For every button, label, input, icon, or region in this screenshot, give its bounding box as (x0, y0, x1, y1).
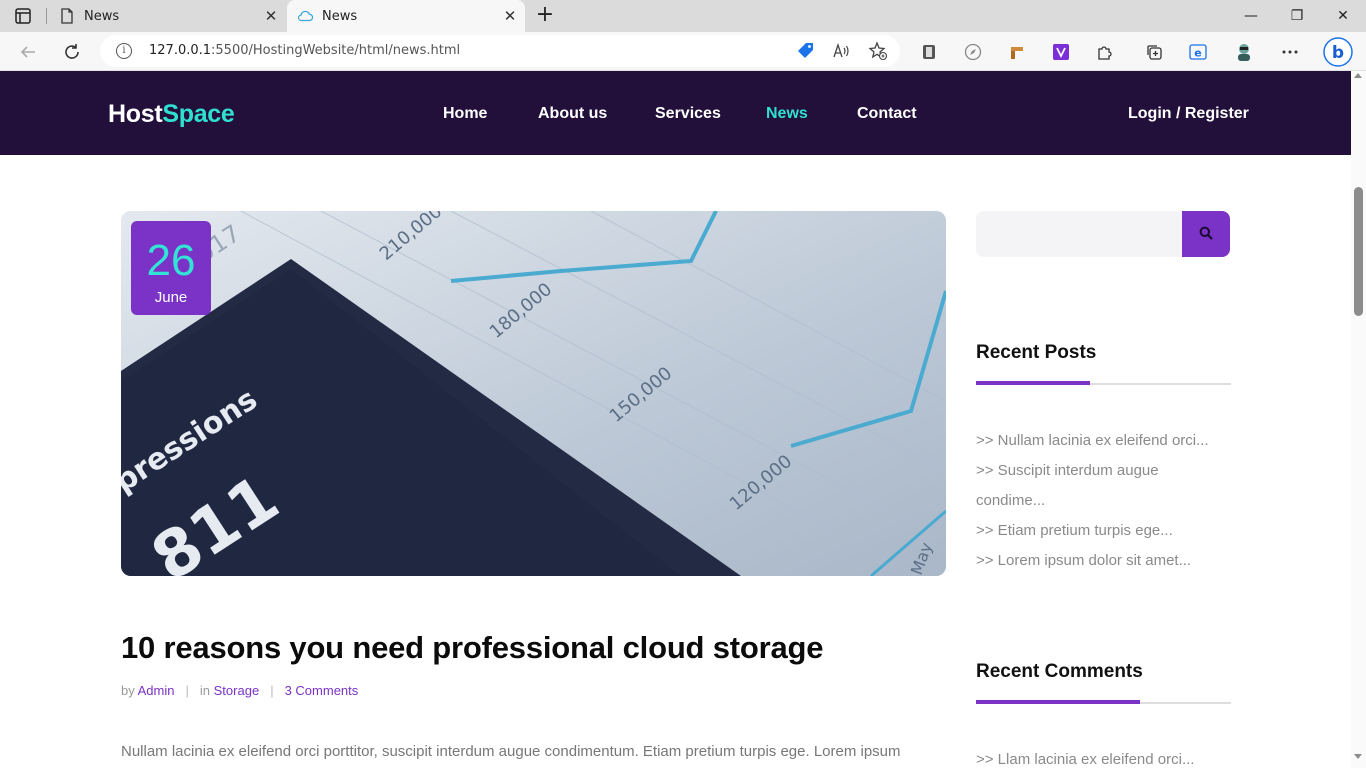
site-info-icon[interactable]: i (116, 43, 132, 59)
close-tab-icon[interactable]: ✕ (503, 9, 517, 24)
minimize-icon[interactable]: — (1228, 0, 1274, 32)
close-tab-icon[interactable]: ✕ (264, 9, 278, 24)
url-host: 127.0.0.1 (149, 43, 212, 58)
search-icon (1199, 225, 1213, 244)
extensions-puzzle-icon[interactable] (1094, 41, 1116, 63)
page-icon (59, 8, 75, 24)
nav-about[interactable]: About us (538, 105, 607, 123)
author-link[interactable]: Admin (138, 683, 175, 698)
ie-mode-icon[interactable]: e (1187, 41, 1209, 63)
login-register-link[interactable]: Login / Register (1128, 105, 1249, 123)
compass-icon[interactable] (962, 41, 984, 63)
widget-accent-bar (976, 381, 1090, 385)
site-logo[interactable]: HostSpace (108, 100, 235, 129)
sidebar-search-input[interactable] (976, 211, 1182, 257)
meta-in-label: in (199, 683, 211, 698)
recent-posts-title: Recent Posts (976, 342, 1097, 363)
category-link[interactable]: Storage (214, 683, 260, 698)
address-bar[interactable]: i 127.0.0.1:5500/HostingWebsite/html/new… (100, 35, 900, 67)
close-window-icon[interactable]: ✕ (1320, 0, 1366, 32)
extension-tool-icon[interactable] (1006, 41, 1028, 63)
new-tab-button[interactable]: + (534, 4, 556, 27)
browser-tab-2-active[interactable]: News ✕ (287, 0, 525, 32)
tab-title: News (322, 8, 358, 24)
url-text: 127.0.0.1:5500/HostingWebsite/html/news.… (149, 43, 460, 58)
comments-link[interactable]: 3 Comments (285, 683, 359, 698)
collections-icon[interactable] (1143, 41, 1165, 63)
browser-toolbar: i 127.0.0.1:5500/HostingWebsite/html/new… (0, 32, 1366, 71)
recent-post-link[interactable]: >> Lorem ipsum dolor sit amet... (976, 552, 1191, 569)
article-hero-image: 2017 210,000 180,000 150,000 120,000 May… (121, 211, 946, 576)
date-badge: 26 June (131, 221, 211, 315)
scroll-up-icon[interactable] (1354, 73, 1362, 78)
scroll-down-icon[interactable] (1354, 754, 1362, 759)
page-scrollbar[interactable] (1351, 71, 1366, 768)
more-menu-icon[interactable] (1279, 41, 1301, 63)
nav-contact[interactable]: Contact (857, 105, 917, 123)
nav-home[interactable]: Home (443, 105, 487, 123)
recent-comments-title: Recent Comments (976, 661, 1143, 682)
meta-separator: | (185, 683, 189, 698)
shopping-tag-icon[interactable] (796, 41, 816, 61)
recent-post-link[interactable]: >> Nullam lacinia ex eleifend orci... (976, 432, 1209, 449)
bing-copilot-icon[interactable]: b (1322, 36, 1354, 68)
refresh-icon[interactable] (61, 41, 83, 63)
tab-separator (46, 8, 47, 24)
logo-host: Host (108, 100, 163, 128)
extension-v-icon[interactable] (1050, 41, 1072, 63)
nav-services[interactable]: Services (655, 105, 721, 123)
widget-accent-bar (976, 700, 1140, 704)
meta-by-label: by (121, 683, 135, 698)
recent-post-link[interactable]: >> Etiam pretium turpis ege... (976, 522, 1173, 539)
recent-post-link[interactable]: >> Suscipit interdum augue (976, 462, 1159, 479)
browser-tab-1[interactable]: News ✕ (50, 0, 286, 32)
scrollbar-thumb[interactable] (1354, 187, 1363, 316)
tab-title: News (84, 8, 120, 24)
read-aloud-icon[interactable] (832, 41, 852, 61)
restore-icon[interactable]: ❐ (1274, 0, 1320, 32)
search-button[interactable] (1182, 211, 1230, 257)
nav-news[interactable]: News (766, 105, 808, 123)
logo-space: Space (162, 100, 235, 128)
recent-post-link-continued[interactable]: condime... (976, 492, 1045, 509)
meta-separator: | (270, 683, 274, 698)
post-title[interactable]: 10 reasons you need professional cloud s… (121, 630, 823, 666)
post-meta: by Admin | in Storage | 3 Comments (121, 683, 358, 698)
date-day: 26 (146, 236, 196, 285)
svg-text:e: e (1194, 47, 1201, 60)
profile-avatar-icon[interactable] (1233, 41, 1255, 63)
svg-text:b: b (1332, 43, 1344, 63)
browser-tab-bar: News ✕ News ✕ + — ❐ ✕ (0, 0, 1366, 32)
back-icon[interactable] (17, 41, 39, 63)
cloud-icon (297, 8, 313, 24)
extension-1-icon[interactable] (918, 41, 940, 63)
recent-comment-link[interactable]: >> Llam lacinia ex eleifend orci... (976, 751, 1194, 768)
post-excerpt: Nullam lacinia ex eleifend orci porttito… (121, 743, 901, 760)
tab-actions-icon[interactable] (14, 7, 32, 25)
favorite-star-icon[interactable] (868, 41, 888, 61)
date-month: June (154, 289, 188, 306)
url-path: :5500/HostingWebsite/html/news.html (211, 43, 461, 58)
